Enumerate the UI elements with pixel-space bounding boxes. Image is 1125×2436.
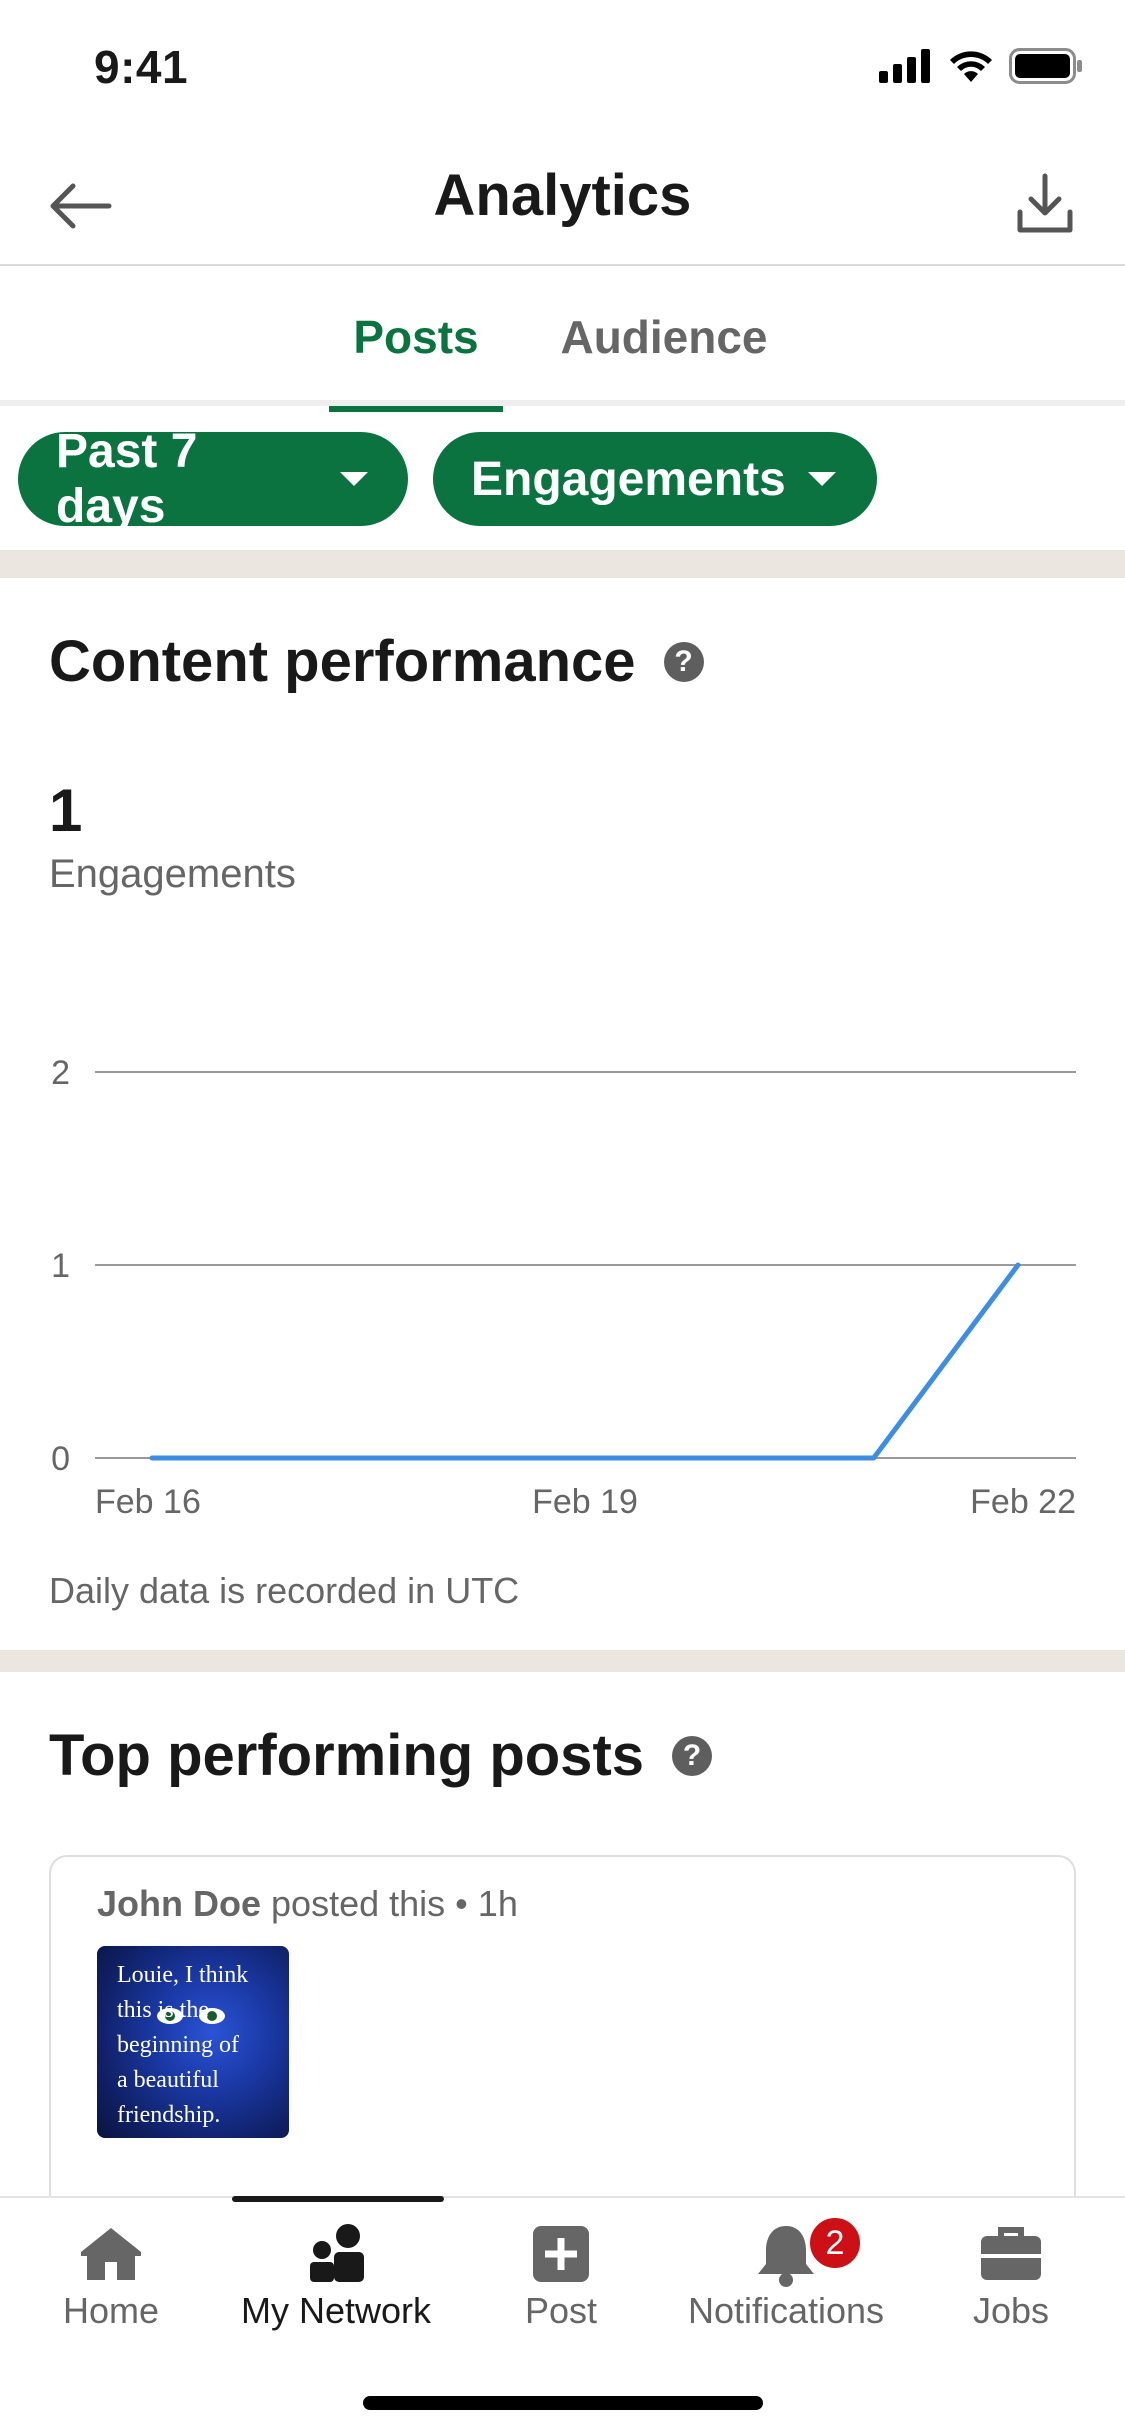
tab-posts[interactable]: Posts <box>329 268 503 412</box>
nav-my-network[interactable]: My Network <box>236 2198 436 2358</box>
notifications-badge: 2 <box>806 2214 864 2272</box>
section-divider <box>0 1650 1125 1672</box>
series-line-0 <box>149 1262 1021 1461</box>
network-icon <box>310 2224 364 2282</box>
engagements-value: 1 <box>49 777 83 844</box>
nav-post-label: Post <box>524 2290 598 2331</box>
chevron-down-icon <box>340 472 368 486</box>
y-tick-label: 1 <box>51 1247 70 1285</box>
wifi-icon <box>950 51 992 82</box>
nav-notifications-label: Notifications <box>687 2290 885 2331</box>
content-performance-heading: Content performance ? <box>49 628 704 695</box>
top-posts-title: Top performing posts <box>49 1723 645 1788</box>
help-icon[interactable]: ? <box>672 1735 713 1776</box>
post-plus-icon <box>533 2226 589 2282</box>
status-time: 9:41 <box>94 41 189 93</box>
status-icons <box>879 48 1083 84</box>
post-thumbnail[interactable]: Louie, I think this is the beginning of … <box>97 1946 289 2138</box>
engagements-label: Engagements <box>49 852 296 896</box>
help-icon[interactable]: ? <box>663 641 704 682</box>
download-button[interactable] <box>1005 164 1085 244</box>
y-tick-label: 0 <box>51 1440 70 1478</box>
briefcase-icon <box>981 2227 1041 2280</box>
status-bar: 9:41 <box>0 0 1125 138</box>
app-header: Analytics <box>0 138 1125 266</box>
battery-icon <box>1009 48 1082 84</box>
home-indicator <box>363 2396 763 2410</box>
post-action: posted this <box>271 1883 446 1924</box>
post-author[interactable]: John Doe <box>97 1883 261 1924</box>
home-icon <box>81 2228 141 2280</box>
y-tick-label: 2 <box>51 1054 70 1092</box>
filter-bar: Past 7 days Engagements <box>0 406 1125 550</box>
page-title: Analytics <box>433 163 692 228</box>
nav-home-label: Home <box>62 2290 160 2331</box>
x-tick-label: Feb 19 <box>532 1483 638 1521</box>
nav-jobs[interactable]: Jobs <box>911 2198 1111 2358</box>
period-filter-dropdown[interactable]: Past 7 days <box>18 425 408 533</box>
nav-my-network-label: My Network <box>240 2290 432 2331</box>
chevron-down-icon <box>807 472 836 486</box>
nav-post[interactable]: Post <box>461 2198 661 2358</box>
metric-filter-label: Engagements <box>471 452 786 506</box>
engagements-line-chart: 0 1 2 Feb 16 Feb 19 Feb 22 <box>51 1054 1076 1521</box>
nav-home[interactable]: Home <box>11 2198 211 2358</box>
metric-filter-dropdown[interactable]: Engagements <box>433 432 877 526</box>
content-performance-title: Content performance <box>49 629 636 694</box>
download-icon <box>1017 173 1073 233</box>
x-tick-label: Feb 22 <box>970 1483 1076 1521</box>
analytics-tabs: Posts Audience <box>0 268 1125 412</box>
post-separator: • <box>455 1883 468 1924</box>
post-time: 1h <box>477 1883 518 1924</box>
utc-note: Daily data is recorded in UTC <box>49 1570 520 1611</box>
post-meta: John Doe posted this • 1h <box>97 1883 518 1925</box>
x-tick-label: Feb 16 <box>95 1483 201 1521</box>
top-posts-heading: Top performing posts ? <box>49 1722 713 1789</box>
section-divider <box>0 550 1125 578</box>
tab-audience[interactable]: Audience <box>548 268 780 406</box>
cellular-signal-icon <box>879 49 930 83</box>
thumbnail-text: Louie, I think this is the beginning of … <box>117 1962 249 2128</box>
nav-jobs-label: Jobs <box>972 2290 1050 2331</box>
period-filter-label: Past 7 days <box>56 425 198 533</box>
